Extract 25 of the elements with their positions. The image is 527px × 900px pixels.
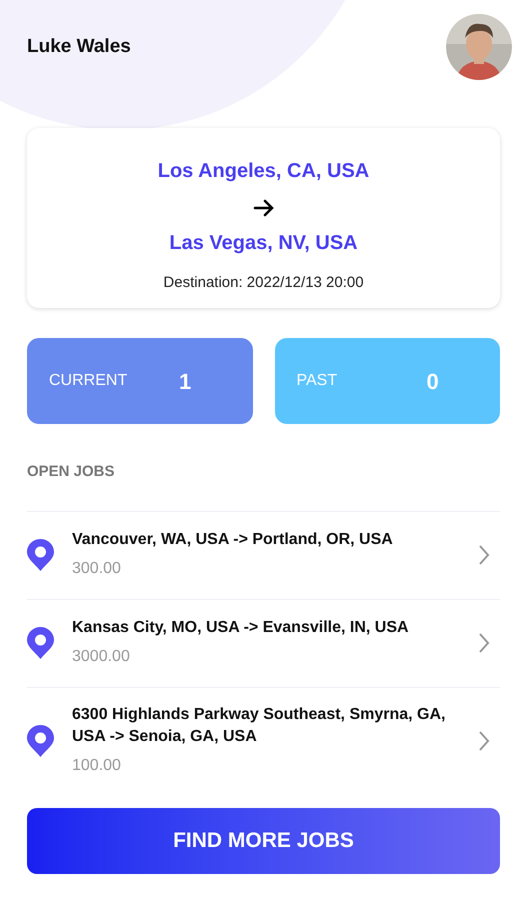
stat-count: 1 <box>179 368 192 396</box>
job-price: 100.00 <box>72 756 122 776</box>
job-price: 300.00 <box>72 559 122 579</box>
location-pin-icon <box>27 627 54 659</box>
chevron-right-icon <box>478 544 490 566</box>
job-route: Vancouver, WA, USA -> Portland, OR, USA <box>72 530 394 550</box>
location-pin-icon <box>27 724 54 756</box>
user-name: Luke Wales <box>27 34 131 59</box>
location-pin-icon <box>27 539 54 571</box>
destination-city: Las Vegas, NV, USA <box>169 231 358 256</box>
origin-city: Los Angeles, CA, USA <box>158 159 370 184</box>
job-row[interactable]: 6300 Highlands Parkway Southeast, Smyrna, GA, USA -> Senoia, GA, USA 100.00 <box>27 686 500 794</box>
stat-label: CURRENT <box>49 371 128 391</box>
job-route: 6300 Highlands Parkway Southeast, Smyrna, GA, USA -> Senoia, GA, USA <box>72 704 446 746</box>
destination-time: Destination: 2022/12/13 20:00 <box>163 273 364 293</box>
chevron-right-icon <box>478 730 490 752</box>
job-row[interactable]: Vancouver, WA, USA -> Portland, OR, USA 300.00 <box>27 510 500 598</box>
stat-label: PAST <box>296 371 338 391</box>
job-row[interactable]: Kansas City, MO, USA -> Evansville, IN, USA 3000.00 <box>27 598 500 686</box>
job-route: Kansas City, MO, USA -> Evansville, IN, USA <box>72 618 410 638</box>
job-price: 3000.00 <box>72 647 131 667</box>
stat-count: 0 <box>426 368 439 396</box>
chevron-right-icon <box>478 632 490 654</box>
section-title: OPEN JOBS <box>27 462 116 482</box>
find-more-jobs-button[interactable]: FIND MORE JOBS <box>27 808 500 874</box>
